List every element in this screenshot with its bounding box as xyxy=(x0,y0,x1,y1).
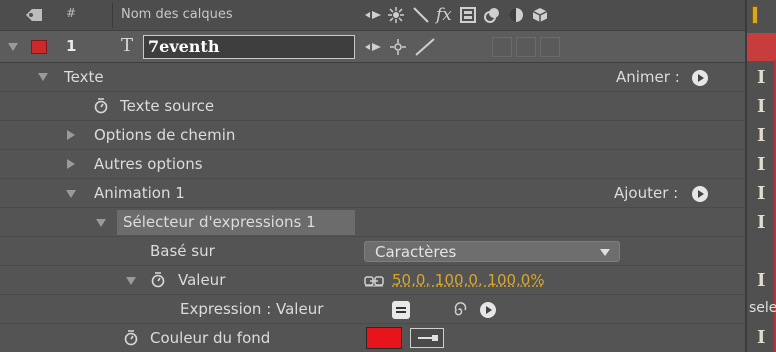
keyframe-marker: I xyxy=(757,270,766,291)
expression-pickwhip-icon[interactable] xyxy=(452,302,468,318)
expression-valeur-row[interactable]: Expression : Valeur xyxy=(0,295,745,324)
header-divider xyxy=(112,3,113,28)
expression-selector-label: Sélecteur d'expressions 1 xyxy=(123,213,316,231)
expression-selector-row[interactable]: Sélecteur d'expressions 1 xyxy=(0,208,745,237)
timeline-expression-text: sele xyxy=(749,300,776,316)
texte-source-row[interactable]: Texte source xyxy=(0,92,745,121)
autres-options-row[interactable]: Autres options xyxy=(0,150,745,179)
column-header-bar: # Nom des calques fx xyxy=(0,0,745,31)
keyframe-marker: I xyxy=(757,212,766,233)
eyedropper-button[interactable] xyxy=(410,328,444,348)
layer-name-column-header[interactable]: Nom des calques xyxy=(121,7,233,22)
expression-language-menu-button[interactable] xyxy=(480,302,496,318)
label-tag-icon[interactable] xyxy=(24,8,44,22)
base-sur-dropdown[interactable]: Caractères xyxy=(364,241,620,262)
ajouter-menu-button[interactable] xyxy=(692,186,708,202)
ajouter-label: Ajouter : xyxy=(614,184,679,202)
keyframe-marker: I xyxy=(757,154,766,175)
texte-label: Texte xyxy=(64,68,104,86)
motion-blur-switch-icon[interactable] xyxy=(484,7,500,23)
keyframe-marker: I xyxy=(757,96,766,117)
layer-name-text: 7eventh xyxy=(148,37,220,56)
layer-switch-box-2[interactable] xyxy=(516,37,536,57)
base-sur-label: Basé sur xyxy=(150,242,215,260)
layer-duration-bar[interactable] xyxy=(747,33,776,61)
couleur-du-fond-stopwatch-icon[interactable] xyxy=(124,330,138,346)
layer-quality-switch-icon[interactable] xyxy=(414,37,438,57)
keyframe-marker: I xyxy=(757,183,766,204)
expression-valeur-label: Expression : Valeur xyxy=(180,300,324,318)
keyframe-marker: I xyxy=(757,327,766,348)
base-sur-row[interactable]: Basé sur Caractères xyxy=(0,237,745,266)
layer-row[interactable]: 1 T 7eventh xyxy=(0,31,745,63)
keyframe-marker: I xyxy=(757,67,766,88)
layer-label-color-swatch[interactable] xyxy=(31,40,47,54)
couleur-du-fond-swatch[interactable] xyxy=(366,327,402,349)
timeline-strip[interactable]: I I I I I I I sele I xyxy=(745,0,776,352)
quality-switch-icon[interactable] xyxy=(412,7,430,23)
number-column-header: # xyxy=(66,6,77,20)
couleur-du-fond-row[interactable]: Couleur du fond xyxy=(0,324,745,352)
animer-label: Animer : xyxy=(616,68,680,86)
eyedropper-icon xyxy=(418,335,438,341)
autres-options-expand-toggle[interactable] xyxy=(67,159,75,169)
animation-1-label: Animation 1 xyxy=(94,184,185,202)
valeur-label: Valeur xyxy=(178,271,226,289)
fx-switch-icon[interactable]: fx xyxy=(436,5,452,25)
autres-options-label: Autres options xyxy=(94,155,203,173)
layer-switch-box-3[interactable] xyxy=(540,37,560,57)
options-de-chemin-label: Options de chemin xyxy=(94,126,236,144)
layer-number: 1 xyxy=(66,37,77,55)
texte-source-stopwatch-icon[interactable] xyxy=(94,98,108,114)
layer-shy-switch-icon[interactable] xyxy=(364,41,382,53)
animation-1-row[interactable]: Animation 1 Ajouter : xyxy=(0,179,745,208)
base-sur-dropdown-value: Caractères xyxy=(375,243,457,261)
frame-blend-switch-icon[interactable] xyxy=(460,7,476,23)
expression-selector-expand-toggle[interactable] xyxy=(96,219,106,227)
layer-expand-toggle[interactable] xyxy=(8,43,18,51)
options-de-chemin-expand-toggle[interactable] xyxy=(67,130,75,140)
switches-header: fx xyxy=(364,5,574,26)
chevron-down-icon xyxy=(600,249,610,256)
layer-collapse-switch-icon[interactable] xyxy=(390,39,406,55)
valeur-value[interactable]: 50,0, 100,0, 100,0% xyxy=(392,266,545,295)
valeur-expand-toggle[interactable] xyxy=(126,277,136,285)
3d-layer-switch-icon[interactable] xyxy=(532,7,548,23)
text-layer-type-icon: T xyxy=(121,35,134,56)
couleur-du-fond-label: Couleur du fond xyxy=(150,329,271,347)
current-time-indicator[interactable] xyxy=(752,6,758,24)
collapse-switch-icon[interactable] xyxy=(388,7,404,23)
adjustment-layer-switch-icon[interactable] xyxy=(508,7,524,23)
texte-source-label: Texte source xyxy=(120,97,215,115)
constrain-proportions-link-icon[interactable] xyxy=(364,275,384,287)
options-de-chemin-row[interactable]: Options de chemin xyxy=(0,121,745,150)
layer-name-field[interactable]: 7eventh xyxy=(143,35,355,59)
texte-expand-toggle[interactable] xyxy=(38,73,48,81)
valeur-row[interactable]: Valeur 50,0, 100,0, 100,0% xyxy=(0,266,745,295)
animer-menu-button[interactable] xyxy=(692,70,708,86)
keyframe-marker: I xyxy=(757,125,766,146)
expression-graph-toggle-icon[interactable] xyxy=(392,301,410,319)
animation-1-expand-toggle[interactable] xyxy=(66,190,76,198)
shy-switch-icon[interactable] xyxy=(364,8,382,22)
layer-switch-box-1[interactable] xyxy=(492,37,512,57)
texte-group-row[interactable]: Texte Animer : xyxy=(0,63,745,92)
valeur-stopwatch-icon[interactable] xyxy=(151,272,165,288)
